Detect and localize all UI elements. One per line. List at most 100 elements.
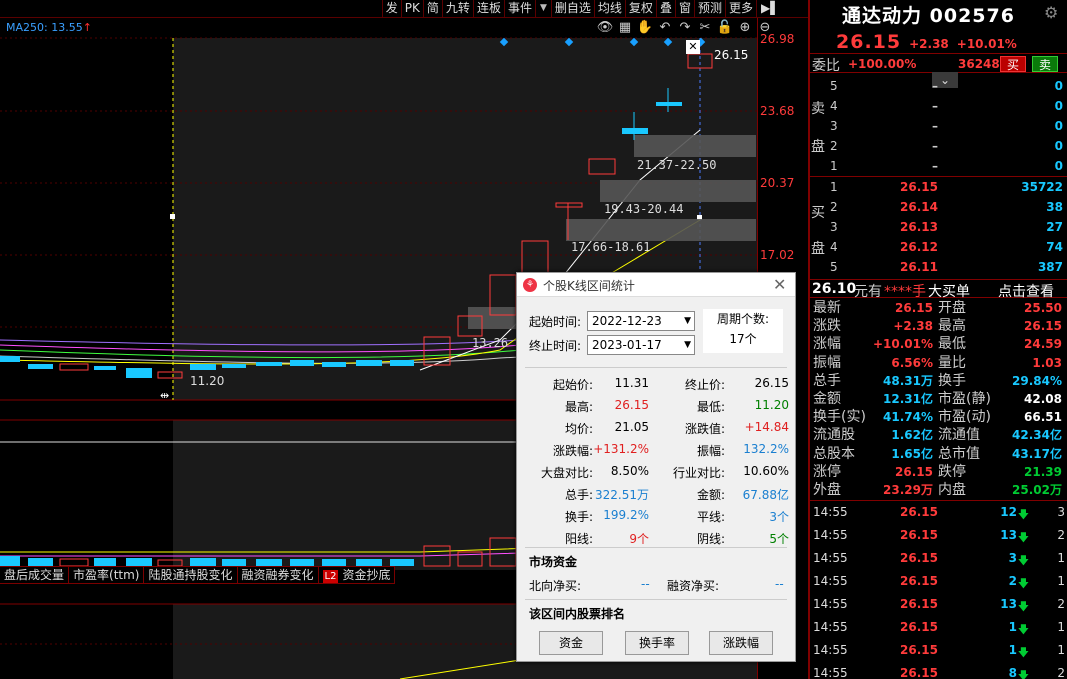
order-volume: 0 (1054, 79, 1063, 93)
stat-value: 48.31万 (883, 373, 933, 388)
tick-count: 1 (1057, 574, 1065, 588)
order-row[interactable]: 5 26.11 387 (810, 257, 1067, 277)
order-row[interactable]: 1 – 0 (810, 156, 1067, 176)
big-order-row[interactable]: 26.10 元有 ****手 大买单 点击查看 (810, 279, 1067, 301)
tick-time: 14:55 (813, 597, 848, 611)
stat-value: +131.2% (593, 442, 649, 456)
order-row[interactable]: 3 26.13 27 (810, 217, 1067, 237)
order-row[interactable]: 4 – 0 (810, 96, 1067, 116)
gear-icon[interactable]: ⚙ (1044, 3, 1058, 22)
arrow-down-icon: 🡇 (1017, 600, 1029, 613)
toolbar-button-events[interactable]: 事件 (503, 0, 535, 18)
undo-icon[interactable]: ↶ (656, 20, 674, 36)
order-volume: 0 (1054, 139, 1063, 153)
big-order-volume: ****手 (884, 284, 926, 300)
order-row[interactable]: 1 26.15 35722 (810, 177, 1067, 197)
stat-value: 5个 (769, 532, 789, 546)
tick-price: 26.15 (900, 505, 938, 519)
low-price-label: 11.20 (190, 374, 225, 388)
tick-row: 14:55 26.15 8 🡇 2 (810, 663, 1067, 679)
tab-pe-ttm[interactable]: 市盈率(ttm) (69, 567, 145, 583)
start-date-select[interactable]: 2022-12-23 ▼ (587, 311, 695, 331)
toolbar-button-adjust[interactable]: 复权 (624, 0, 656, 18)
sell-button[interactable]: 卖 (1032, 56, 1058, 72)
order-row[interactable]: 3 – 0 (810, 116, 1067, 136)
drag-handle-icon[interactable]: ⇹ (160, 389, 169, 402)
rank-funds-button[interactable]: 资金 (539, 631, 603, 655)
lock-icon[interactable]: 🔓 (716, 20, 734, 36)
toolbar-button-fa[interactable]: 发 (381, 0, 401, 18)
tab-after-hours-volume[interactable]: 盘后成交量 (0, 567, 70, 583)
rank-change-button[interactable]: 涨跌幅 (709, 631, 773, 655)
stat-key: 量比 (938, 354, 966, 371)
grid-icon[interactable]: ▦ (616, 20, 634, 36)
toolbar-button-jian[interactable]: 简 (422, 0, 442, 18)
toolbar-button-pk[interactable]: PK (400, 0, 423, 18)
stat-key: 涨停 (813, 463, 841, 480)
order-row[interactable]: 2 – 0 (810, 136, 1067, 156)
order-row[interactable]: 5 – 0 (810, 76, 1067, 96)
dialog-titlebar[interactable]: ⚘ 个股K线区间统计 ✕ (517, 273, 795, 297)
stat-key: 总股本 (813, 445, 855, 462)
chevron-down-icon[interactable]: ▼ (534, 0, 551, 18)
toolbar-button-overlay[interactable]: 叠 (655, 0, 675, 18)
tick-count: 1 (1057, 620, 1065, 634)
stat-key: 换手(实) (813, 409, 866, 426)
order-row[interactable]: 4 26.12 74 (810, 237, 1067, 257)
order-volume: 74 (1046, 240, 1063, 254)
arrow-down-icon: 🡇 (1017, 531, 1029, 544)
toolbar-collapse-icon[interactable]: ▶▌ (756, 0, 808, 18)
tab-northbound-holding[interactable]: 陆股通持股变化 (144, 567, 238, 583)
margin-value: -- (775, 577, 784, 591)
tick-volume: 3 (1008, 551, 1017, 565)
divider (810, 500, 1067, 501)
close-icon[interactable]: ✕ (686, 40, 700, 54)
rank-turnover-button[interactable]: 换手率 (625, 631, 689, 655)
redo-icon[interactable]: ↷ (676, 20, 694, 36)
end-date-select[interactable]: 2023-01-17 ▼ (587, 335, 695, 355)
close-icon[interactable]: ✕ (773, 275, 786, 294)
stat-value: 26.15 (1024, 319, 1062, 334)
toolbar-button-window[interactable]: 窗 (674, 0, 694, 18)
order-level: 2 (830, 200, 838, 214)
toolbar-button-lianban[interactable]: 连板 (472, 0, 504, 18)
order-row[interactable]: 2 26.14 38 (810, 197, 1067, 217)
order-volume: 387 (1037, 260, 1063, 274)
hand-icon[interactable]: ✋ (636, 20, 654, 36)
price-tick: 20.37 (760, 176, 795, 190)
stat-key: 终止价: (684, 378, 725, 392)
buy-button[interactable]: 买 (1000, 56, 1026, 72)
order-level: 1 (830, 159, 838, 173)
stat-key: 阳线: (564, 532, 593, 546)
range-start-handle[interactable] (170, 214, 175, 219)
chart-toolbar: 发 PK 简 九转 连板 事件 ▼ 删自选 均线 复权 叠 窗 预测 更多 ▶▌ (0, 0, 808, 18)
tick-time: 14:55 (813, 551, 848, 565)
zoom-out-icon[interactable]: ⊖ (756, 20, 774, 36)
eye-icon[interactable]: 👁 (596, 20, 614, 36)
toolbar-button-forecast[interactable]: 预测 (693, 0, 725, 18)
tick-row: 14:55 26.15 13 🡇 2 (810, 594, 1067, 614)
stat-value: 1.03 (1032, 355, 1062, 370)
stat-key: 换手: (564, 510, 593, 524)
quote-stat-row: 最新 26.15 开盘 25.50 (810, 300, 1067, 316)
order-price: – (932, 119, 938, 133)
order-level: 4 (830, 240, 838, 254)
tick-time: 14:55 (813, 620, 848, 634)
toolbar-button-remove-watch[interactable]: 删自选 (550, 0, 594, 18)
range-label: 13.26 (472, 336, 509, 350)
price-tick: 23.68 (760, 104, 795, 118)
stat-key: 换手 (938, 372, 966, 389)
click-to-view-link[interactable]: 点击查看 (998, 281, 1054, 301)
app-logo-icon: ⚘ (523, 278, 537, 292)
zoom-in-icon[interactable]: ⊕ (736, 20, 754, 36)
tick-row: 14:55 26.15 13 🡇 2 (810, 525, 1067, 545)
start-time-label: 起始时间: (529, 315, 582, 329)
toolbar-button-ma[interactable]: 均线 (593, 0, 625, 18)
tab-fund-bottom[interactable]: L2 资金抄底 (319, 567, 396, 583)
tick-count: 1 (1057, 643, 1065, 657)
toolbar-button-jiuzhuan[interactable]: 九转 (441, 0, 473, 18)
toolbar-button-more[interactable]: 更多 (724, 0, 756, 18)
tab-margin-change[interactable]: 融资融券变化 (238, 567, 319, 583)
stat-key: 流通值 (938, 427, 980, 444)
scissors-icon[interactable]: ✂ (696, 20, 714, 36)
